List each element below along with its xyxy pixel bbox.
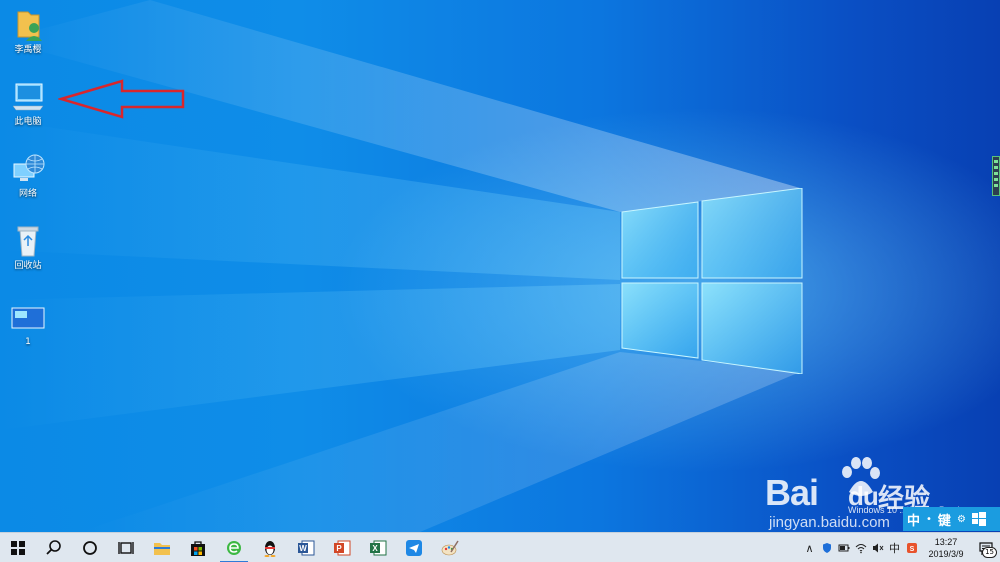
file-explorer-button[interactable] bbox=[144, 533, 180, 562]
clock-time: 13:27 bbox=[934, 537, 958, 547]
desktop-icon-label: 网络 bbox=[18, 189, 37, 199]
desktop-icon-label: 1 bbox=[25, 337, 31, 347]
watermark-url: jingyan.baidu.com bbox=[769, 514, 890, 531]
ime-punct[interactable]: • bbox=[926, 514, 932, 525]
desktop-icon-label: 李禹樱 bbox=[14, 45, 42, 55]
recycle-bin-icon bbox=[17, 226, 39, 257]
desktop-icon-recycle-bin[interactable]: 回收站 bbox=[0, 224, 56, 272]
feishu-button[interactable] bbox=[396, 533, 432, 562]
image-file-icon bbox=[11, 307, 45, 329]
desktop-icon-image-file[interactable]: 1 bbox=[0, 300, 56, 348]
svg-text:X: X bbox=[372, 544, 378, 553]
start-button[interactable] bbox=[0, 533, 36, 562]
svg-text:W: W bbox=[299, 544, 307, 553]
desktop-icon-this-pc[interactable]: 此电脑 bbox=[0, 80, 56, 128]
desktop[interactable]: 李禹樱 此电脑 网络 回收站 1 Bai du 经验 jingyan.baidu… bbox=[0, 0, 1000, 532]
paint-palette-icon bbox=[441, 540, 459, 555]
excel-icon: X bbox=[370, 540, 387, 555]
taskbar-clock[interactable]: 13:27 2019/3/9 bbox=[920, 536, 972, 560]
wifi-icon[interactable] bbox=[852, 533, 869, 562]
svg-text:S: S bbox=[909, 546, 914, 553]
task-view-button[interactable] bbox=[108, 533, 144, 562]
search-icon bbox=[46, 539, 61, 555]
browser-e-icon bbox=[227, 540, 241, 555]
task-view-icon bbox=[118, 541, 134, 554]
paper-plane-icon bbox=[406, 539, 422, 556]
clock-date: 2019/3/9 bbox=[928, 549, 964, 559]
ime-toolbar[interactable]: 中 • 键 ⚙ bbox=[903, 507, 1000, 531]
desktop-icon-user-folder[interactable]: 李禹樱 bbox=[0, 8, 56, 56]
store-button[interactable] bbox=[180, 533, 216, 562]
taskbar: W P X ∧ 中 S 13:27 2019/3/9 15 bbox=[0, 532, 1000, 562]
desktop-icon-label: 回收站 bbox=[14, 261, 42, 271]
system-tray: ∧ 中 S 13:27 2019/3/9 15 bbox=[801, 533, 1000, 562]
shield-icon[interactable] bbox=[818, 533, 835, 562]
excel-button[interactable]: X bbox=[360, 533, 396, 562]
ime-key[interactable]: 键 bbox=[938, 510, 951, 529]
notification-count-badge: 15 bbox=[982, 547, 997, 558]
red-arrow-annotation-icon bbox=[58, 79, 185, 119]
store-bag-icon bbox=[191, 540, 205, 556]
word-icon: W bbox=[298, 540, 315, 555]
search-button[interactable] bbox=[36, 533, 72, 562]
volume-muted-icon[interactable] bbox=[869, 533, 886, 562]
browser-button[interactable] bbox=[216, 533, 252, 562]
ime-settings-icon[interactable]: ⚙ bbox=[957, 514, 966, 525]
ime-windows-icon[interactable] bbox=[971, 512, 986, 526]
side-widget-strip[interactable] bbox=[992, 156, 1000, 196]
folder-icon bbox=[154, 542, 170, 555]
qq-button[interactable] bbox=[252, 533, 288, 562]
show-hidden-icons-chevron-icon[interactable]: ∧ bbox=[801, 533, 818, 562]
ime-mode[interactable]: 中 bbox=[907, 510, 920, 529]
computer-icon bbox=[12, 83, 44, 111]
paint-button[interactable] bbox=[432, 533, 468, 562]
desktop-icon-label: 此电脑 bbox=[14, 117, 42, 127]
word-button[interactable]: W bbox=[288, 533, 324, 562]
sogou-ime-icon[interactable]: S bbox=[903, 533, 920, 562]
powerpoint-button[interactable]: P bbox=[324, 533, 360, 562]
powerpoint-icon: P bbox=[334, 540, 351, 555]
network-icon bbox=[13, 154, 45, 181]
ime-indicator[interactable]: 中 bbox=[886, 533, 903, 562]
cortana-button[interactable] bbox=[72, 533, 108, 562]
battery-icon[interactable] bbox=[835, 533, 852, 562]
desktop-icon-network[interactable]: 网络 bbox=[0, 152, 56, 200]
user-folder-icon bbox=[17, 11, 42, 41]
penguin-icon bbox=[264, 540, 276, 557]
circle-icon bbox=[83, 540, 97, 555]
svg-text:P: P bbox=[336, 544, 342, 553]
windows-icon bbox=[11, 540, 25, 555]
action-center-button[interactable]: 15 bbox=[972, 533, 1000, 562]
windows-logo-wallpaper-icon bbox=[621, 188, 803, 374]
